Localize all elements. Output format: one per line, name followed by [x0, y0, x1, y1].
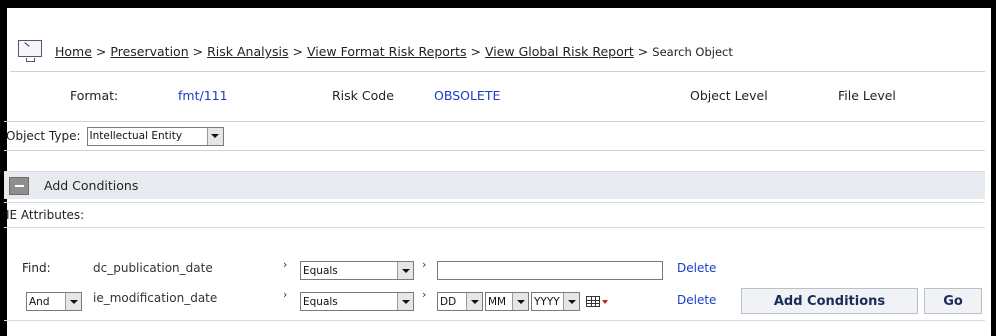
connector-select[interactable]: And: [26, 292, 82, 311]
chevron-down-icon[interactable]: [512, 293, 528, 310]
add-conditions-button[interactable]: Add Conditions: [741, 288, 918, 314]
chevron-down-icon[interactable]: [563, 293, 579, 310]
breadcrumb-separator: >: [192, 44, 204, 59]
month-selected: MM: [488, 295, 507, 308]
monitor-icon: [18, 39, 44, 64]
breadcrumb-home[interactable]: Home: [55, 44, 92, 59]
add-conditions-header[interactable]: Add Conditions: [4, 171, 985, 199]
breadcrumb-trail: Home > Preservation > Risk Analysis > View For…: [55, 44, 733, 59]
format-value[interactable]: fmt/111: [178, 88, 228, 103]
object-level-label: Object Level: [690, 88, 768, 103]
operator-selected-1: Equals: [303, 264, 338, 277]
breadcrumb-risk-analysis[interactable]: Risk Analysis: [207, 44, 288, 59]
risk-code-value: OBSOLETE: [434, 88, 501, 103]
condition-row-1: Find: dc_publication_date › Equals › Del…: [0, 258, 996, 282]
breadcrumb-separator: >: [637, 44, 649, 59]
condition-value-input-1[interactable]: [437, 261, 663, 280]
delete-link-1[interactable]: Delete: [677, 261, 716, 275]
caret-icon: ›: [283, 288, 288, 301]
caret-icon: ›: [422, 288, 427, 301]
condition-field-1: dc_publication_date: [93, 261, 213, 275]
delete-link-2[interactable]: Delete: [677, 293, 716, 307]
go-button[interactable]: Go: [924, 288, 982, 314]
ie-attributes-label: IE Attributes:: [4, 202, 985, 228]
breadcrumb-separator: >: [470, 44, 481, 59]
chevron-down-icon[interactable]: [397, 293, 413, 310]
chevron-down-icon[interactable]: [206, 127, 223, 145]
risk-code-label: Risk Code: [332, 88, 394, 103]
object-type-selected: Intellectual Entity: [89, 130, 183, 142]
chevron-down-icon[interactable]: [466, 293, 482, 310]
breadcrumb-current: Search Object: [652, 45, 733, 59]
breadcrumb-separator: >: [95, 44, 107, 59]
chevron-down-icon[interactable]: [397, 262, 413, 279]
caret-icon: ›: [283, 258, 288, 271]
object-level-value: File Level: [838, 88, 896, 103]
year-select[interactable]: YYYY: [531, 292, 580, 311]
format-label: Format:: [70, 88, 119, 103]
month-select[interactable]: MM: [485, 292, 529, 311]
breadcrumb: Home > Preservation > Risk Analysis > View For…: [10, 32, 985, 72]
connector-selected: And: [29, 295, 50, 308]
object-type-select[interactable]: Intellectual Entity: [86, 126, 224, 146]
condition-field-2: ie_modification_date: [93, 291, 218, 305]
operator-select-2[interactable]: Equals: [300, 292, 414, 311]
condition-row-2: And ie_modification_date › Equals › DD M…: [0, 288, 996, 314]
day-selected: DD: [440, 295, 457, 308]
chevron-down-icon[interactable]: [65, 293, 81, 310]
format-info-row: Format: fmt/111 Risk Code OBSOLETE Objec…: [10, 85, 985, 109]
operator-selected-2: Equals: [303, 295, 338, 308]
object-type-row: Object Type: Intellectual Entity: [4, 121, 985, 151]
divider: [4, 320, 985, 321]
object-type-label: Object Type:: [6, 129, 81, 143]
day-select[interactable]: DD: [437, 292, 483, 311]
breadcrumb-preservation[interactable]: Preservation: [110, 44, 188, 59]
minus-icon[interactable]: [9, 176, 29, 195]
year-selected: YYYY: [534, 295, 560, 308]
operator-select-1[interactable]: Equals: [300, 261, 414, 280]
calendar-icon[interactable]: [586, 295, 608, 309]
caret-icon: ›: [422, 258, 427, 271]
add-conditions-title: Add Conditions: [44, 178, 139, 193]
find-label: Find:: [22, 261, 51, 275]
breadcrumb-separator: >: [292, 44, 303, 59]
breadcrumb-view-global-risk-report[interactable]: View Global Risk Report: [485, 44, 634, 59]
breadcrumb-view-format-risk-reports[interactable]: View Format Risk Reports: [307, 44, 467, 59]
